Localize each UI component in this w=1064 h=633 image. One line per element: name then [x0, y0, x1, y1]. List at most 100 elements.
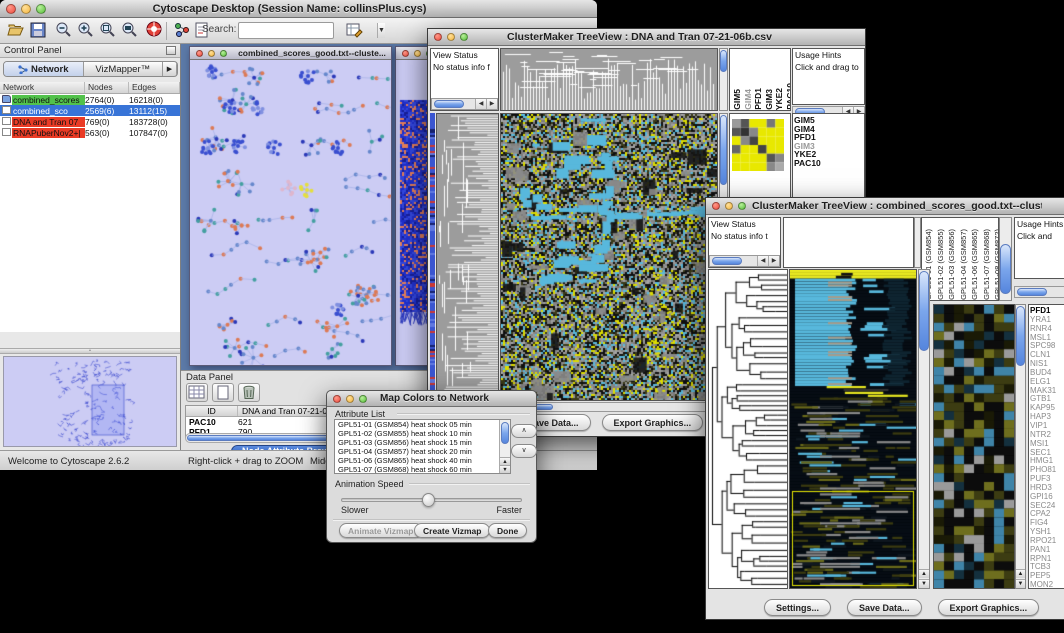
tv2-global-heatmap[interactable] — [789, 269, 917, 589]
tv2-collabel-scrollbar[interactable] — [999, 217, 1012, 301]
birdseye-canvas[interactable] — [4, 357, 177, 447]
attribute-list[interactable]: GPL51-01 (GSM854) heat shock 05 minGPL51… — [334, 419, 511, 474]
scrollbar-thumb[interactable] — [712, 257, 742, 265]
col-header-nodes[interactable]: Nodes — [85, 82, 129, 93]
zoom-window-icon[interactable] — [738, 202, 746, 210]
tv2-column-tree-area[interactable] — [783, 217, 914, 268]
close-icon[interactable] — [434, 33, 442, 41]
tv1-global-heatmap[interactable] — [500, 113, 718, 401]
panel-splitter[interactable]: • — [0, 348, 180, 354]
scrollbar-thumb[interactable] — [720, 50, 727, 72]
move-down-button[interactable]: ∨ — [511, 444, 537, 458]
tv1-column-dendrogram[interactable] — [500, 48, 718, 111]
view-status-scrollbar[interactable]: ◀ ▶ — [431, 98, 498, 110]
attribute-list-scrollbar[interactable]: ▲ ▼ — [499, 420, 510, 473]
close-icon[interactable] — [333, 395, 341, 403]
animate-vizmap-button[interactable]: Animate Vizmap — [339, 523, 423, 538]
new-attribute-icon[interactable] — [212, 383, 234, 402]
scroll-up-icon[interactable]: ▲ — [500, 457, 510, 465]
col-header-network[interactable]: Network — [0, 82, 85, 93]
tv2-usage-scrollbar[interactable] — [1014, 286, 1064, 298]
minimize-icon[interactable] — [725, 202, 733, 210]
tv2-zoom-scrollbar[interactable]: ▲ ▼ — [1015, 304, 1026, 589]
network-view-canvas-1[interactable] — [190, 60, 391, 365]
tv2-mini-scrollbar[interactable] — [914, 217, 921, 268]
search-dropdown-icon[interactable]: ▼ — [377, 23, 385, 38]
create-vizmap-button[interactable]: Create Vizmap — [414, 523, 490, 538]
export-graphics-button[interactable]: Export Graphics... — [938, 599, 1040, 616]
network-row[interactable]: RNAPuberNov2+|563(0)107847(0) — [0, 127, 180, 138]
slider-thumb[interactable] — [422, 493, 435, 507]
close-icon[interactable] — [6, 4, 16, 14]
minimize-icon[interactable] — [346, 395, 354, 403]
scroll-right-icon[interactable]: ▶ — [486, 99, 497, 109]
close-icon[interactable] — [402, 50, 409, 57]
close-icon[interactable] — [196, 50, 203, 57]
delete-attribute-icon[interactable] — [238, 383, 260, 402]
minimize-icon[interactable] — [21, 4, 31, 14]
move-up-button[interactable]: ∧ — [511, 424, 537, 438]
zoom-fit-icon[interactable] — [120, 21, 140, 41]
network-window1-titlebar[interactable]: combined_scores_good.txt--cluste... — [190, 47, 391, 60]
scrollbar-thumb[interactable] — [1016, 306, 1025, 366]
save-data-button[interactable]: Save Data... — [847, 599, 922, 616]
col-header-edges[interactable]: Edges — [129, 82, 180, 93]
scroll-left-icon[interactable]: ◀ — [757, 256, 768, 266]
scrollbar-thumb[interactable] — [1017, 288, 1047, 296]
scroll-up-icon[interactable]: ▲ — [1016, 569, 1025, 578]
tab-network[interactable]: Network — [4, 62, 84, 76]
zoom-out-icon[interactable] — [54, 21, 74, 41]
minimize-icon[interactable] — [208, 50, 215, 57]
network-row[interactable]: combined_scores2764(0)16218(0) — [0, 94, 180, 105]
column-dendrogram-canvas[interactable] — [501, 49, 717, 110]
open-file-button[interactable] — [6, 21, 26, 41]
gene-dendrogram-canvas[interactable] — [709, 270, 787, 588]
minimize-icon[interactable] — [447, 33, 455, 41]
scroll-left-icon[interactable]: ◀ — [475, 99, 486, 109]
tv2-zoom-heatmap[interactable] — [933, 304, 1015, 589]
heatmap-canvas[interactable] — [501, 114, 717, 400]
help-lifering-icon[interactable] — [144, 21, 164, 41]
dialog-titlebar[interactable]: Map Colors to Network — [327, 391, 536, 407]
export-graphics-button[interactable]: Export Graphics... — [602, 414, 704, 431]
col-header-id[interactable]: ID — [186, 406, 238, 416]
scroll-down-icon[interactable]: ▼ — [1016, 579, 1025, 588]
zoom-window-icon[interactable] — [36, 4, 46, 14]
tab-vizmapper[interactable]: VizMapper™ — [84, 62, 164, 76]
attribute-browser-icon[interactable] — [344, 21, 364, 41]
zoom-heatmap-canvas[interactable] — [934, 305, 1014, 588]
treeview1-titlebar[interactable]: ClusterMaker TreeView : DNA and Tran 07-… — [428, 29, 865, 46]
scrollbar-thumb[interactable] — [501, 422, 509, 444]
scrollbar-thumb[interactable] — [434, 100, 464, 108]
view-status-scrollbar[interactable]: ◀ ▶ — [709, 255, 780, 267]
zoom-in-icon[interactable] — [76, 21, 96, 41]
tv2-vertical-scrollbar[interactable]: ▲ ▼ — [918, 269, 930, 589]
done-button[interactable]: Done — [488, 523, 527, 538]
scroll-up-icon[interactable]: ▲ — [919, 569, 929, 578]
settings-button[interactable]: Settings... — [764, 599, 831, 616]
scroll-right-icon[interactable]: ▶ — [768, 256, 779, 266]
network-row[interactable]: DNA and Tran 07769(0)183728(0) — [0, 116, 180, 127]
tv1-mini-scrollbar[interactable] — [719, 48, 728, 111]
zoom-window-icon[interactable] — [220, 50, 227, 57]
tv2-gene-dendrogram[interactable] — [708, 269, 788, 589]
save-button[interactable] — [28, 21, 48, 41]
zoom-selected-icon[interactable] — [98, 21, 118, 41]
zoom-window-icon[interactable] — [460, 33, 468, 41]
scroll-down-icon[interactable]: ▼ — [500, 465, 510, 473]
attribute-item[interactable]: GPL51-07 (GSM868) heat shock 60 min — [336, 466, 498, 474]
scrollbar-thumb[interactable] — [1000, 244, 1011, 294]
float-panel-icon[interactable] — [166, 46, 176, 55]
close-icon[interactable] — [712, 202, 720, 210]
heatmap-canvas[interactable] — [790, 270, 916, 588]
main-titlebar[interactable]: Cytoscape Desktop (Session Name: collins… — [0, 0, 597, 18]
birdseye-view[interactable] — [3, 356, 177, 447]
gene-dendrogram-canvas[interactable] — [437, 114, 498, 400]
scrollbar-thumb[interactable] — [720, 115, 727, 185]
network-view-icon[interactable] — [172, 21, 192, 41]
tab-overflow-button[interactable]: ▶ — [163, 62, 177, 76]
select-attributes-icon[interactable] — [186, 383, 208, 402]
similarity-matrix-canvas[interactable] — [732, 119, 784, 171]
scroll-down-icon[interactable]: ▼ — [919, 579, 929, 588]
network-row[interactable]: combined_sco2569(6)13112(15) — [0, 105, 180, 116]
